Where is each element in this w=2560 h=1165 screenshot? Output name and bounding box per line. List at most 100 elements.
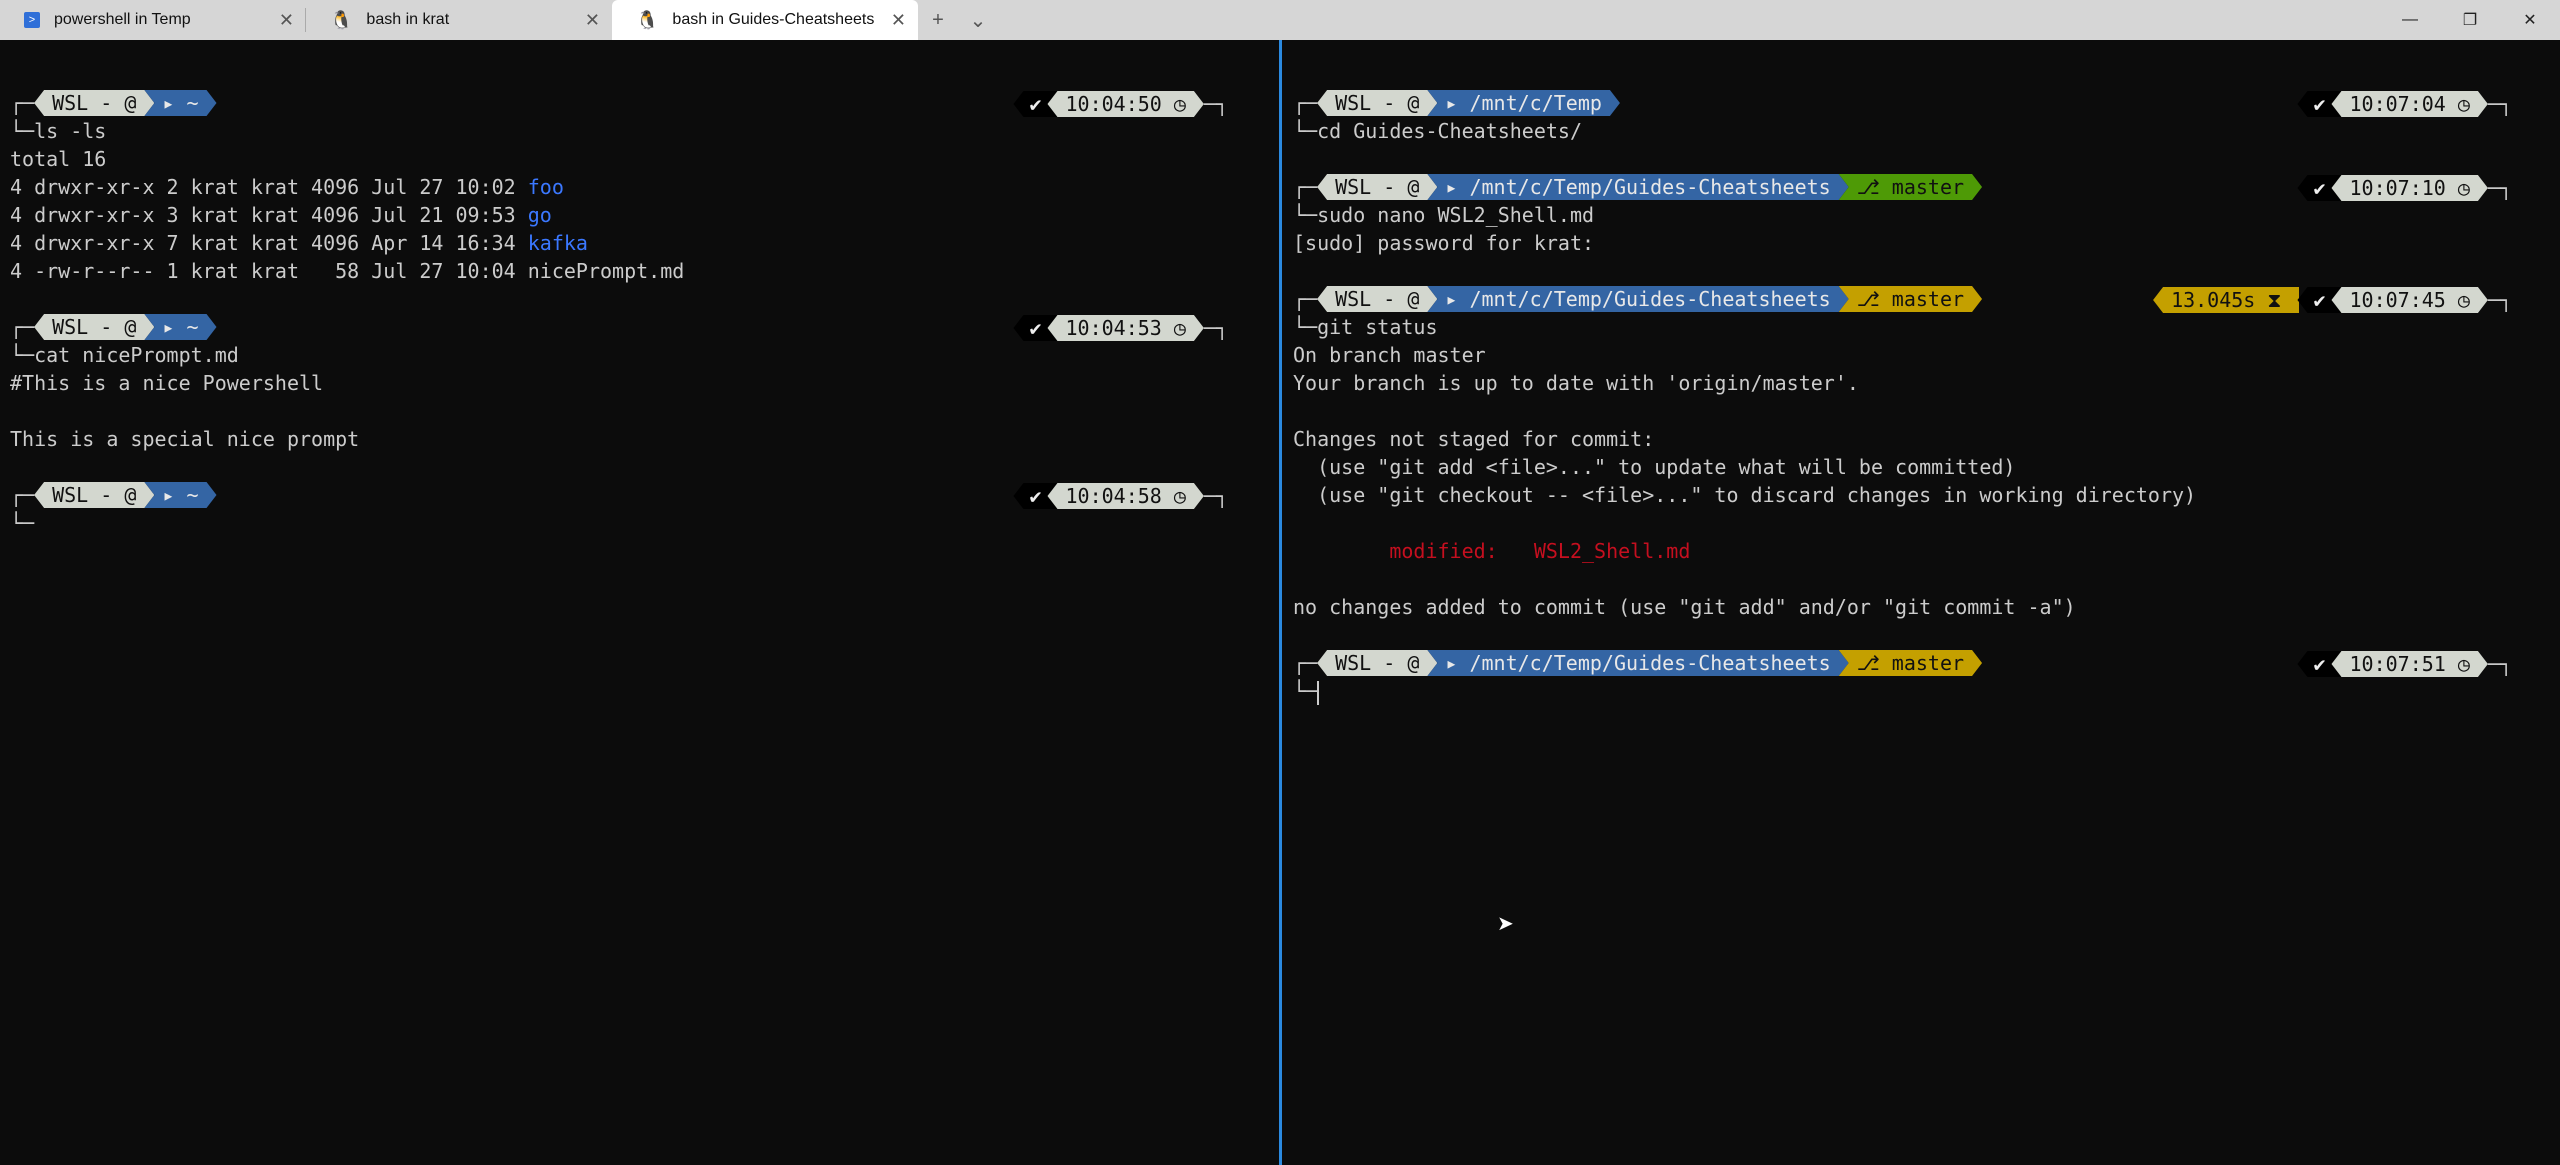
os-segment: WSL - @ — [1317, 90, 1437, 116]
prompt-bracket: ┌─ — [10, 483, 35, 507]
path-segment: ▸ /mnt/c/Temp/Guides-Cheatsheets — [1427, 286, 1848, 312]
tab-label: bash in krat — [366, 11, 450, 28]
git-branch-segment: ⎇ master — [1839, 650, 1982, 676]
prompt-right-segments: ✔ 10:07:10 ◷ ─┐ — [2297, 174, 2512, 202]
output-text: Changes not staged for commit: — [1293, 427, 1655, 451]
prompt-bracket: └─ — [1293, 315, 1318, 339]
output-text: This is a special nice prompt — [10, 427, 360, 451]
maximize-button[interactable]: ❐ — [2440, 0, 2500, 40]
prompt-bracket-right: ─┐ — [2487, 92, 2512, 116]
output-line: modified: WSL2_Shell.md — [1293, 537, 2560, 565]
prompt-bracket: ┌─ — [10, 91, 35, 115]
powershell-icon: > — [24, 12, 40, 28]
output-text: On branch master — [1293, 343, 1486, 367]
output-line: no changes added to commit (use "git add… — [1293, 593, 2560, 621]
execution-time-segment: 13.045s ⧗ — [2153, 287, 2300, 313]
prompt-bracket: ┌─ — [1293, 287, 1318, 311]
path-segment: ▸ ~ — [144, 90, 216, 116]
output-line: (use "git add <file>..." to update what … — [1293, 453, 2560, 481]
output-text: #This is a nice Powershell — [10, 371, 324, 395]
output-line: 4 drwxr-xr-x 3 krat krat 4096 Jul 21 09:… — [10, 201, 1279, 229]
prompt-bracket: ┌─ — [1293, 91, 1318, 115]
command-text: sudo nano WSL2_Shell.md — [1317, 203, 1595, 227]
minimize-button[interactable]: — — [2380, 0, 2440, 40]
clock-time-segment: 10:04:50 ◷ — [1047, 91, 1203, 117]
output-line: [sudo] password for krat: — [1293, 229, 2560, 257]
output-text: go — [527, 203, 552, 227]
terminal-pane-left[interactable]: ┌─ WSL - @ ▸ ~ ✔ 10:04:50 ◷ ─┐ └─ls -ls total 1… — [0, 40, 1279, 1165]
os-segment: WSL - @ — [34, 90, 154, 116]
command-text: cd Guides-Cheatsheets/ — [1317, 119, 1582, 143]
prompt-right-segments: ✔ 10:07:04 ◷ ─┐ — [2297, 90, 2512, 118]
clock-time-segment: 10:07:04 ◷ — [2331, 91, 2487, 117]
output-line: 4 drwxr-xr-x 2 krat krat 4096 Jul 27 10:… — [10, 173, 1279, 201]
prompt-bracket: └─ — [10, 343, 35, 367]
clock-time-segment: 10:04:58 ◷ — [1047, 483, 1203, 509]
output-text: 4 drwxr-xr-x 2 krat krat 4096 Jul 27 10:… — [10, 175, 528, 199]
output-line: 4 drwxr-xr-x 7 krat krat 4096 Apr 14 16:… — [10, 229, 1279, 257]
mouse-cursor-icon: ➤ — [1497, 911, 1514, 935]
text-cursor — [1317, 680, 1320, 705]
linux-tux-icon: 🐧 — [330, 9, 353, 30]
prompt-bracket: └─ — [1293, 679, 1318, 703]
os-segment: WSL - @ — [34, 482, 154, 508]
new-tab-button[interactable]: + — [918, 0, 958, 40]
prompt-right-segments: ✔ 10:04:50 ◷ ─┐ — [1013, 90, 1228, 118]
command-line: └─cat nicePrompt.md — [10, 341, 1279, 369]
path-segment: ▸ /mnt/c/Temp/Guides-Cheatsheets — [1427, 650, 1848, 676]
command-line: └─ — [1293, 677, 2560, 705]
prompt-right-segments: 13.045s ⧗ ✔ 10:07:45 ◷ ─┐ — [2153, 286, 2512, 314]
tab-close-button[interactable]: ✕ — [891, 10, 906, 31]
clock-time-segment: 10:07:51 ◷ — [2331, 651, 2487, 677]
tab-bash-in-guides-cheatsheets[interactable]: 🐧 bash in Guides-Cheatsheets ✕ — [612, 0, 918, 40]
output-line: Changes not staged for commit: — [1293, 425, 2560, 453]
terminal-pane-right[interactable]: ┌─ WSL - @ ▸ /mnt/c/Temp ✔ 10:07:04 ◷ ─┐ └─cd … — [1283, 40, 2560, 1165]
prompt-bracket-right: ─┐ — [1203, 484, 1228, 508]
command-text: ls -ls — [34, 119, 107, 143]
prompt-line: ┌─ WSL - @ ▸ ~ ✔ 10:04:53 ◷ ─┐ — [10, 313, 1279, 341]
output-line: On branch master — [1293, 341, 2560, 369]
close-window-button[interactable]: ✕ — [2500, 0, 2560, 40]
output-text: 4 drwxr-xr-x 7 krat krat 4096 Apr 14 16:… — [10, 231, 528, 255]
clock-time-segment: 10:04:53 ◷ — [1047, 315, 1203, 341]
tab-label: powershell in Temp — [54, 11, 191, 28]
tab-close-button[interactable]: ✕ — [279, 10, 294, 31]
path-segment: ▸ /mnt/c/Temp — [1427, 90, 1620, 116]
output-text: total 16 — [10, 147, 107, 171]
prompt-bracket-right: ─┐ — [1203, 92, 1228, 116]
clock-time-segment: 10:07:45 ◷ — [2331, 287, 2487, 313]
output-text: no changes added to commit (use "git add… — [1293, 595, 2076, 619]
prompt-bracket: └─ — [10, 511, 35, 535]
prompt-bracket: ┌─ — [1293, 175, 1318, 199]
os-segment: WSL - @ — [1317, 286, 1437, 312]
prompt-line: ┌─ WSL - @ ▸ /mnt/c/Temp/Guides-Cheatsheet… — [1293, 285, 2560, 313]
prompt-line: ┌─ WSL - @ ▸ ~ ✔ 10:04:58 ◷ ─┐ — [10, 481, 1279, 509]
clock-time-segment: 10:07:10 ◷ — [2331, 175, 2487, 201]
prompt-right-segments: ✔ 10:04:58 ◷ ─┐ — [1013, 482, 1228, 510]
git-branch-segment: ⎇ master — [1839, 286, 1982, 312]
tab-dropdown-button[interactable]: ⌄ — [958, 0, 998, 40]
os-segment: WSL - @ — [1317, 174, 1437, 200]
command-line: └─cd Guides-Cheatsheets/ — [1293, 117, 2560, 145]
prompt-right-segments: ✔ 10:07:51 ◷ ─┐ — [2297, 650, 2512, 678]
prompt-bracket: └─ — [1293, 203, 1318, 227]
output-text: Your branch is up to date with 'origin/m… — [1293, 371, 1859, 395]
tab-powershell-in-temp[interactable]: > powershell in Temp ✕ — [0, 0, 306, 40]
command-text: cat nicePrompt.md — [34, 343, 239, 367]
output-text: foo — [527, 175, 564, 199]
linux-tux-icon: 🐧 — [636, 9, 659, 30]
prompt-bracket-right: ─┐ — [2487, 176, 2512, 200]
prompt-bracket: └─ — [10, 119, 35, 143]
output-text: [sudo] password for krat: — [1293, 231, 1595, 255]
tab-close-button[interactable]: ✕ — [585, 10, 600, 31]
path-segment: ▸ /mnt/c/Temp/Guides-Cheatsheets — [1427, 174, 1848, 200]
output-text: modified: WSL2_Shell.md — [1293, 539, 1691, 563]
tab-bash-in-krat[interactable]: 🐧 bash in krat ✕ — [306, 0, 612, 40]
